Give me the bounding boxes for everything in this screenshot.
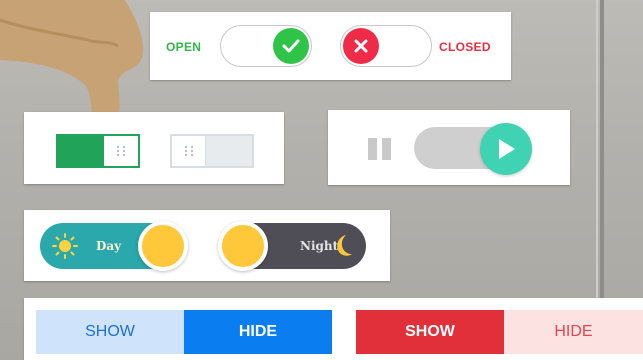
open-toggle[interactable] (220, 25, 312, 67)
square-toggle-on[interactable] (56, 134, 140, 168)
day-toggle-knob[interactable] (138, 221, 188, 271)
square-toggle-knob[interactable] (172, 136, 206, 166)
moon-icon (337, 235, 352, 256)
x-icon (354, 39, 368, 52)
play-icon (499, 139, 515, 159)
play-pause-toggle-card (328, 110, 570, 185)
grip-dots-icon (116, 145, 126, 157)
square-toggle-knob[interactable] (104, 136, 138, 166)
blue-hide-button[interactable]: HIDE (184, 310, 332, 354)
night-toggle-knob[interactable] (218, 221, 268, 271)
day-toggle[interactable]: Day (40, 221, 188, 271)
square-toggle-card (24, 112, 284, 184)
wall-seam (596, 0, 598, 300)
wall-seam (600, 0, 604, 300)
show-hide-toggle-card: SHOW HIDE SHOW HIDE (24, 298, 643, 360)
sun-icon (52, 233, 78, 259)
open-closed-toggle-card: OPEN CLOSED (150, 12, 511, 80)
closed-label: CLOSED (439, 40, 491, 54)
closed-toggle[interactable] (340, 25, 432, 67)
day-night-toggle-card: Day Night (24, 210, 390, 281)
day-label: Day (96, 239, 122, 253)
open-label: OPEN (166, 40, 202, 54)
square-toggle-off[interactable] (170, 134, 254, 168)
check-icon (282, 39, 300, 52)
play-pause-toggle[interactable] (414, 123, 532, 175)
red-hide-button[interactable]: HIDE (504, 310, 643, 354)
closed-toggle-knob[interactable] (343, 27, 379, 64)
play-toggle-knob[interactable] (480, 123, 532, 175)
open-toggle-knob[interactable] (273, 27, 309, 64)
pause-icon (368, 138, 391, 160)
blue-show-button[interactable]: SHOW (36, 310, 184, 354)
night-toggle[interactable]: Night (218, 221, 366, 271)
grip-dots-icon (184, 145, 193, 157)
red-show-button[interactable]: SHOW (356, 310, 504, 354)
